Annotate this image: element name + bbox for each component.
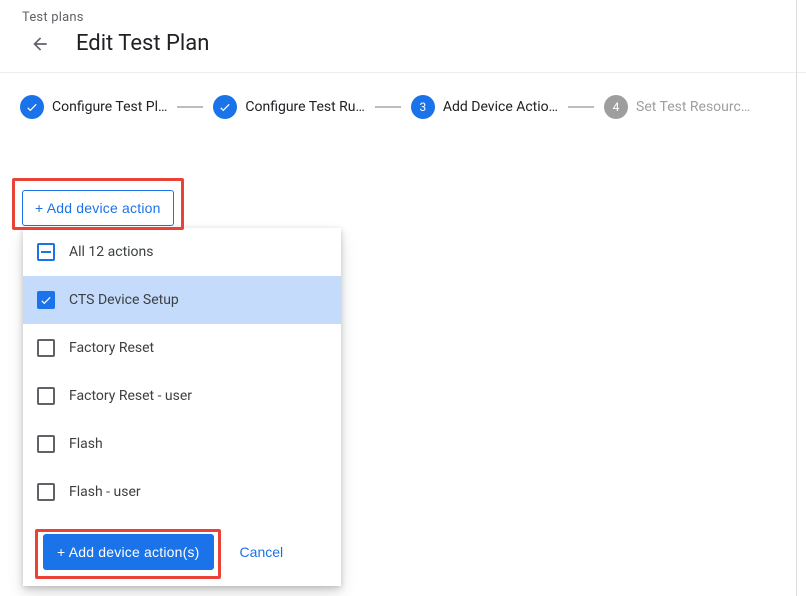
- title-row: Edit Test Plan: [20, 31, 786, 72]
- cancel-button[interactable]: Cancel: [240, 544, 284, 560]
- action-list: All 12 actions CTS Device Setup Factory …: [23, 228, 341, 518]
- step-2[interactable]: Configure Test Ru…: [213, 95, 365, 119]
- checkbox-unchecked-icon[interactable]: [37, 387, 55, 405]
- page-header: Test plans Edit Test Plan: [0, 0, 806, 72]
- list-item-label: Factory Reset: [69, 340, 154, 356]
- step-number-icon: 4: [604, 95, 628, 119]
- list-item[interactable]: Factory Reset: [23, 324, 341, 372]
- back-arrow-icon[interactable]: [28, 32, 52, 56]
- list-item[interactable]: Factory Reset - user: [23, 372, 341, 420]
- step-4[interactable]: 4 Set Test Resourc…: [604, 95, 750, 119]
- check-icon: [213, 95, 237, 119]
- step-number-icon: 3: [411, 95, 435, 119]
- step-label: Configure Test Ru…: [245, 99, 365, 115]
- step-label: Add Device Actio…: [443, 99, 558, 115]
- list-item-label: Flash: [69, 436, 103, 452]
- page-title: Edit Test Plan: [76, 31, 209, 56]
- action-picker-panel: All 12 actions CTS Device Setup Factory …: [23, 228, 341, 586]
- step-label: Set Test Resourc…: [636, 99, 750, 115]
- list-item[interactable]: CTS Device Setup: [23, 276, 341, 324]
- list-item-label: CTS Device Setup: [69, 292, 179, 308]
- step-3[interactable]: 3 Add Device Actio…: [411, 95, 558, 119]
- add-device-actions-confirm-button[interactable]: + Add device action(s): [43, 534, 214, 570]
- list-item-label: Flash - user: [69, 484, 141, 500]
- select-all-label: All 12 actions: [69, 244, 154, 260]
- checkbox-unchecked-icon[interactable]: [37, 339, 55, 357]
- select-all-row[interactable]: All 12 actions: [23, 228, 341, 276]
- panel-actions: + Add device action(s) Cancel: [23, 518, 341, 586]
- list-item[interactable]: Flash - user: [23, 468, 341, 516]
- check-icon: [20, 95, 44, 119]
- stepper: Configure Test Pl… Configure Test Ru… 3 …: [0, 73, 780, 149]
- checkbox-unchecked-icon[interactable]: [37, 435, 55, 453]
- list-item-label: Factory Reset - user: [69, 388, 192, 404]
- list-item[interactable]: Flash: [23, 420, 341, 468]
- list-overflow-filler: [23, 516, 341, 518]
- step-label: Configure Test Pl…: [52, 99, 167, 115]
- checkbox-checked-icon[interactable]: [37, 291, 55, 309]
- checkbox-indeterminate-icon[interactable]: [37, 243, 55, 261]
- right-divider: [796, 0, 797, 596]
- add-device-action-button[interactable]: + Add device action: [22, 190, 174, 226]
- step-connector: [568, 106, 594, 108]
- breadcrumb: Test plans: [22, 10, 786, 25]
- step-1[interactable]: Configure Test Pl…: [20, 95, 167, 119]
- step-connector: [177, 106, 203, 108]
- step-connector: [375, 106, 401, 108]
- checkbox-unchecked-icon[interactable]: [37, 483, 55, 501]
